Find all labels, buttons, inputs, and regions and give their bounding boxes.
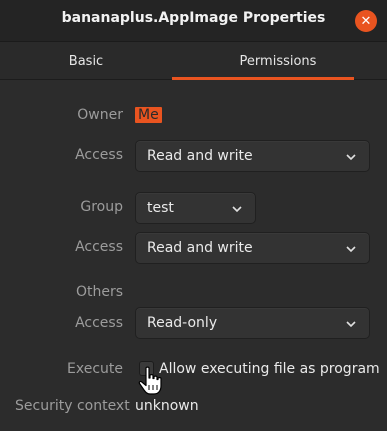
active-tab-indicator [172,77,354,80]
chevron-down-icon [232,206,242,213]
others-label: Others [75,284,123,300]
group-access-value: Read and write [147,240,253,256]
group-label: Group [80,199,123,215]
group-access-dropdown[interactable]: Read and write [135,232,370,264]
header-bar: bananaplus.AppImage Properties ✕ [0,0,387,42]
owner-label: Owner [77,107,123,123]
execute-label: Execute [67,361,123,377]
owner-value-text: Me [135,107,162,123]
owner-access-label: Access [75,147,123,163]
tab-permissions[interactable]: Permissions [172,42,384,80]
tab-basic[interactable]: Basic [0,42,172,80]
others-access-label: Access [75,315,123,331]
chevron-down-icon [346,154,356,161]
chevron-down-icon [346,321,356,328]
close-button[interactable]: ✕ [355,10,377,32]
hand-pointer-icon [138,366,162,395]
group-access-label: Access [75,239,123,255]
others-access-value: Read-only [147,315,218,331]
chevron-down-icon [346,246,356,253]
close-icon: ✕ [360,13,372,29]
tab-basic-label: Basic [68,53,104,69]
tab-bar: Basic Permissions [0,42,387,80]
window-title: bananaplus.AppImage Properties [61,10,326,26]
owner-access-dropdown[interactable]: Read and write [135,140,370,172]
tab-permissions-label: Permissions [239,53,317,69]
properties-window: bananaplus.AppImage Properties ✕ Basic P… [0,0,387,431]
group-dropdown[interactable]: test [135,192,256,224]
others-access-dropdown[interactable]: Read-only [135,307,370,339]
owner-access-value: Read and write [147,148,253,164]
execute-checkbox-label[interactable]: Allow executing file as program [159,361,380,377]
security-context-label: Security context [15,398,130,414]
security-context-value: unknown [135,398,199,414]
owner-value: Me [135,107,162,123]
group-value: test [147,200,174,216]
